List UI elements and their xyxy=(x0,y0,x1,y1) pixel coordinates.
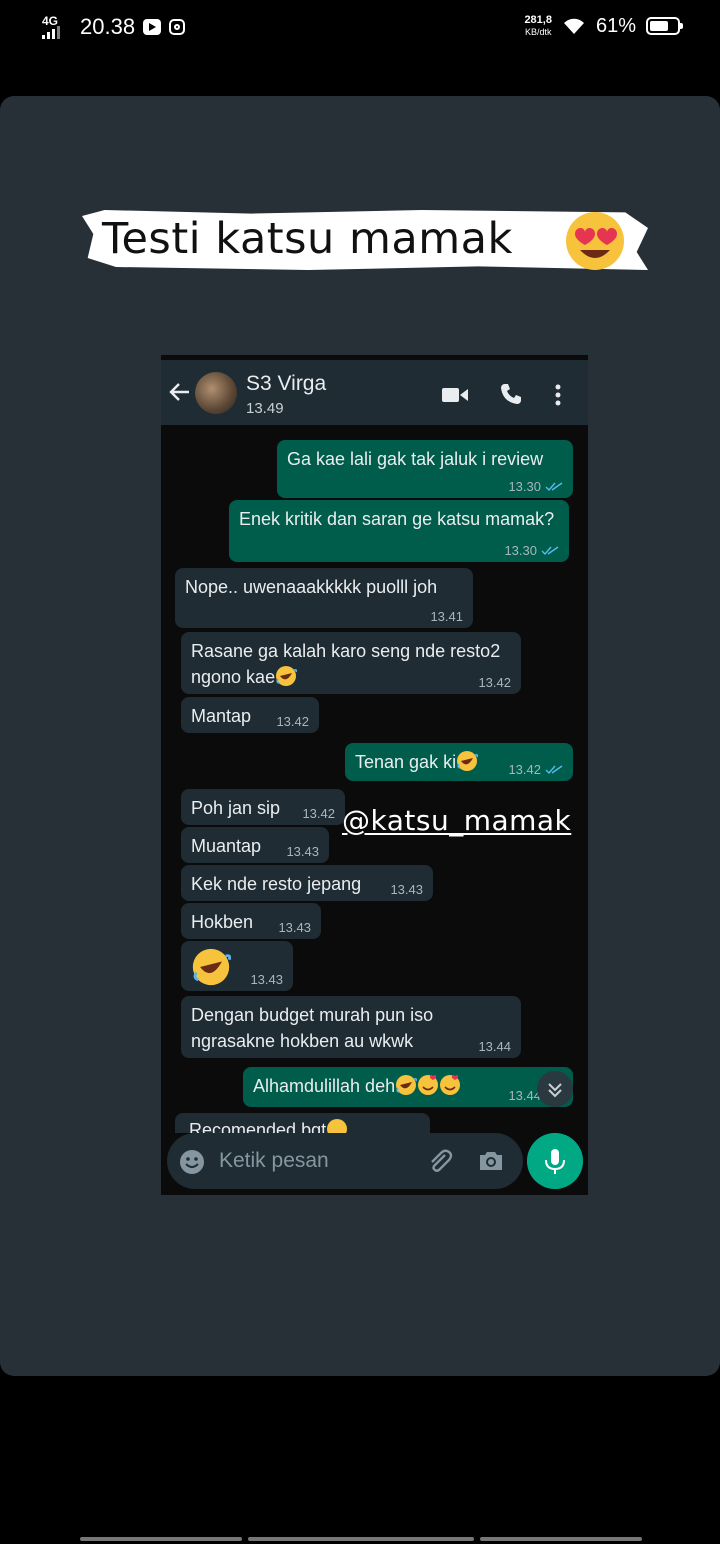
story-caption: Testi katsu mamak xyxy=(102,214,513,264)
battery-percentage: 61% xyxy=(595,14,636,37)
message-time: 13.43 xyxy=(278,920,311,935)
message-time: 13.43 xyxy=(250,972,283,987)
message-text: Alhamdulillah deh xyxy=(253,1076,396,1096)
contact-name[interactable]: S3 Virga xyxy=(246,372,326,396)
message-time: 13.43 xyxy=(286,844,319,859)
message-bubble-incoming[interactable]: Rasane ga kalah karo seng nde resto2 ngo… xyxy=(181,632,521,694)
smiling-hearts-icon xyxy=(418,1075,439,1095)
message-text: Muantap xyxy=(191,836,262,856)
message-text: Enek kritik dan saran ge katsu mamak? xyxy=(239,509,555,529)
message-text: Poh jan sip xyxy=(191,798,281,818)
message-bubble-outgoing[interactable]: Tenan gak ki 13.42 xyxy=(345,743,573,781)
status-bar: 4G 20.38 281,8 KB/dtk 61% xyxy=(0,0,720,60)
network-speed: 281,8 KB/dtk xyxy=(524,14,552,37)
chat-header: S3 Virga 13.49 xyxy=(161,360,588,425)
read-receipt-icon xyxy=(541,546,559,556)
message-bubble-incoming: Recomended bgt xyxy=(175,1113,430,1133)
camera-icon[interactable] xyxy=(477,1149,505,1173)
message-bubble-incoming[interactable]: Muantap 13.43 xyxy=(181,827,329,863)
message-time: 13.42 xyxy=(478,675,511,690)
heart-eyes-icon xyxy=(566,212,624,270)
message-text: Rasane ga kalah karo seng nde resto2 ngo… xyxy=(191,641,501,687)
message-time: 13.42 xyxy=(508,763,563,777)
message-time: 13.43 xyxy=(390,882,423,897)
read-receipt-icon xyxy=(545,482,563,492)
signal-icon: 4G xyxy=(42,15,72,39)
message-text: Nope.. uwenaaakkkkk puolll joh xyxy=(185,577,438,597)
message-text: Ga kae lali gak tak jaluk i review xyxy=(287,449,544,469)
phone-call-icon[interactable] xyxy=(499,382,523,406)
rolling-laughing-icon xyxy=(276,666,298,686)
emoji-icon[interactable] xyxy=(179,1149,205,1175)
message-time: 13.44 xyxy=(478,1039,511,1054)
message-text: Mantap xyxy=(191,706,252,726)
message-bubble-outgoing[interactable]: Enek kritik dan saran ge katsu mamak? 13.… xyxy=(229,500,569,562)
message-text: Hokben xyxy=(191,912,254,932)
read-receipt-icon xyxy=(545,765,563,775)
instagram-handle-sticker: @katsu_mamak xyxy=(342,804,572,837)
scroll-down-button[interactable] xyxy=(537,1071,573,1107)
more-options-icon[interactable] xyxy=(555,384,561,406)
last-seen: 13.49 xyxy=(246,400,284,417)
message-bubble-incoming[interactable]: 13.43 xyxy=(181,941,293,991)
smiling-hearts-icon xyxy=(440,1075,461,1095)
message-bubble-incoming[interactable]: Nope.. uwenaaakkkkk puolll joh 13.41 xyxy=(175,568,473,628)
message-text: Dengan budget murah pun iso ngrasakne ho… xyxy=(191,1005,434,1051)
message-time: 13.30 xyxy=(504,544,559,558)
message-bubble-incoming[interactable]: Poh jan sip 13.42 xyxy=(181,789,345,825)
rolling-laughing-icon xyxy=(457,751,479,771)
rolling-laughing-icon xyxy=(192,948,231,986)
message-bubble-incoming[interactable]: Kek nde resto jepang 13.43 xyxy=(181,865,433,901)
message-time: 13.30 xyxy=(508,480,563,494)
clock: 20.38 xyxy=(80,14,136,39)
gesture-bar xyxy=(80,1537,642,1541)
message-text: Kek nde resto jepang xyxy=(191,874,362,894)
microphone-button[interactable] xyxy=(527,1133,583,1189)
video-call-icon[interactable] xyxy=(441,386,469,404)
message-bubble-incoming[interactable]: Dengan budget murah pun iso ngrasakne ho… xyxy=(181,996,521,1058)
youtube-notification-icon xyxy=(143,19,162,35)
message-input-bar[interactable]: Ketik pesan xyxy=(167,1133,523,1189)
message-bubble-incoming[interactable]: Mantap 13.42 xyxy=(181,697,319,733)
instagram-notification-icon xyxy=(169,19,186,35)
message-bubble-outgoing[interactable]: Ga kae lali gak tak jaluk i review 13.30 xyxy=(277,440,573,498)
chat-screenshot: S3 Virga 13.49 Ga kae lali gak tak jaluk… xyxy=(161,355,588,1195)
message-text: Tenan gak ki xyxy=(355,752,457,772)
message-time: 13.42 xyxy=(276,714,309,729)
battery-icon xyxy=(646,17,683,35)
rolling-laughing-icon xyxy=(396,1075,418,1095)
back-arrow-icon[interactable] xyxy=(169,382,191,402)
message-input[interactable]: Ketik pesan xyxy=(219,1149,329,1173)
wifi-icon xyxy=(563,18,584,34)
avatar[interactable] xyxy=(195,372,237,414)
message-time: 13.41 xyxy=(430,609,463,624)
message-time: 13.42 xyxy=(302,806,335,821)
attach-icon[interactable] xyxy=(425,1147,453,1175)
message-bubble-outgoing[interactable]: Alhamdulillah deh 13.44 xyxy=(243,1067,573,1107)
laughing-tears-icon xyxy=(327,1119,348,1133)
message-bubble-incoming[interactable]: Hokben 13.43 xyxy=(181,903,321,939)
message-text: Recomended bgt xyxy=(189,1120,327,1133)
